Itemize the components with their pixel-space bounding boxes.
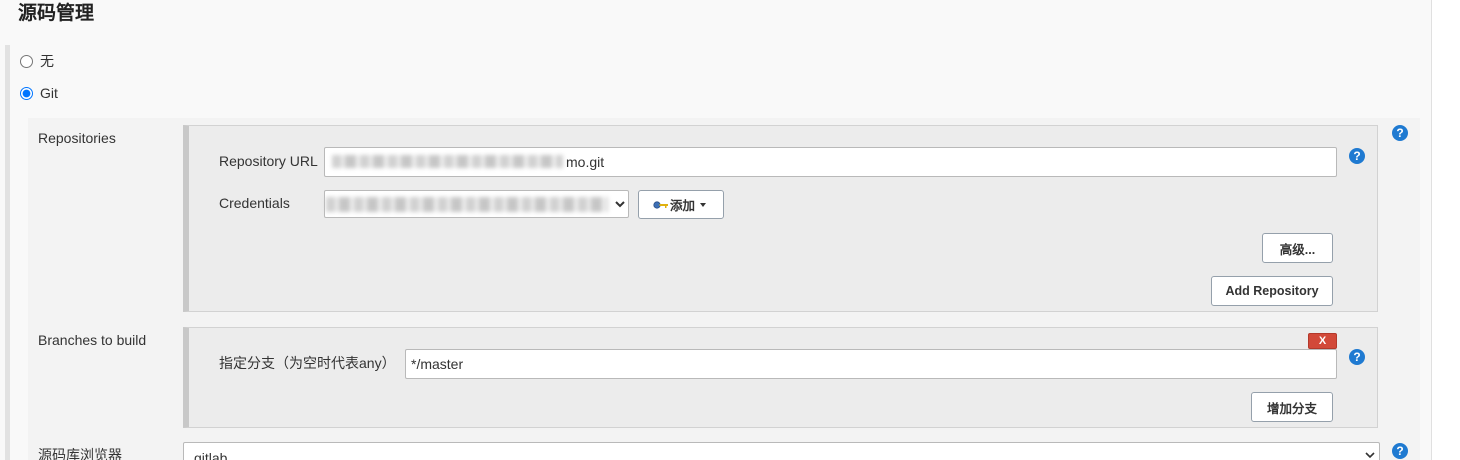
scm-option-label: Git [40,85,58,101]
section-title: 源码管理 [18,2,95,24]
repository-browser-select[interactable]: gitlab [183,442,1380,460]
add-credentials-label: 添加 [669,198,695,213]
question-circle-icon[interactable]: ? [1349,148,1365,164]
repository-browser-label-wrap: 源码库浏览器 [38,446,158,460]
key-icon [653,200,668,209]
branch-specifier-label: 指定分支（为空时代表any） [219,355,396,371]
repository-browser-value: gitlab [194,450,228,460]
repository-url-input[interactable] [324,147,1337,177]
scm-option-none[interactable]: 无 [20,53,54,69]
delete-branch-button[interactable]: X [1308,333,1337,349]
chevron-down-icon [1365,452,1375,459]
caret-down-icon [700,202,706,207]
add-branch-button[interactable]: 增加分支 [1251,392,1333,422]
repository-url-label: Repository URL [219,153,318,169]
advanced-button[interactable]: 高级... [1262,233,1333,263]
credentials-select[interactable] [324,190,629,218]
repositories-label: Repositories [38,130,116,146]
add-repository-button[interactable]: Add Repository [1211,276,1333,306]
scm-option-git[interactable]: Git [20,85,58,101]
scm-none-radio[interactable] [20,54,33,68]
question-circle-icon[interactable]: ? [1392,443,1408,459]
scm-git-radio[interactable] [20,86,33,100]
branches-label: Branches to build [38,332,147,348]
section-indent-bar [5,45,10,460]
branch-specifier-input[interactable] [405,349,1337,379]
add-credentials-button[interactable]: 添加 [638,190,724,219]
question-circle-icon[interactable]: ? [1392,125,1408,141]
question-circle-icon[interactable]: ? [1349,349,1365,365]
repository-browser-label: 源码库浏览器 [38,447,122,460]
credentials-label: Credentials [219,195,290,211]
scm-option-label: 无 [40,53,54,69]
